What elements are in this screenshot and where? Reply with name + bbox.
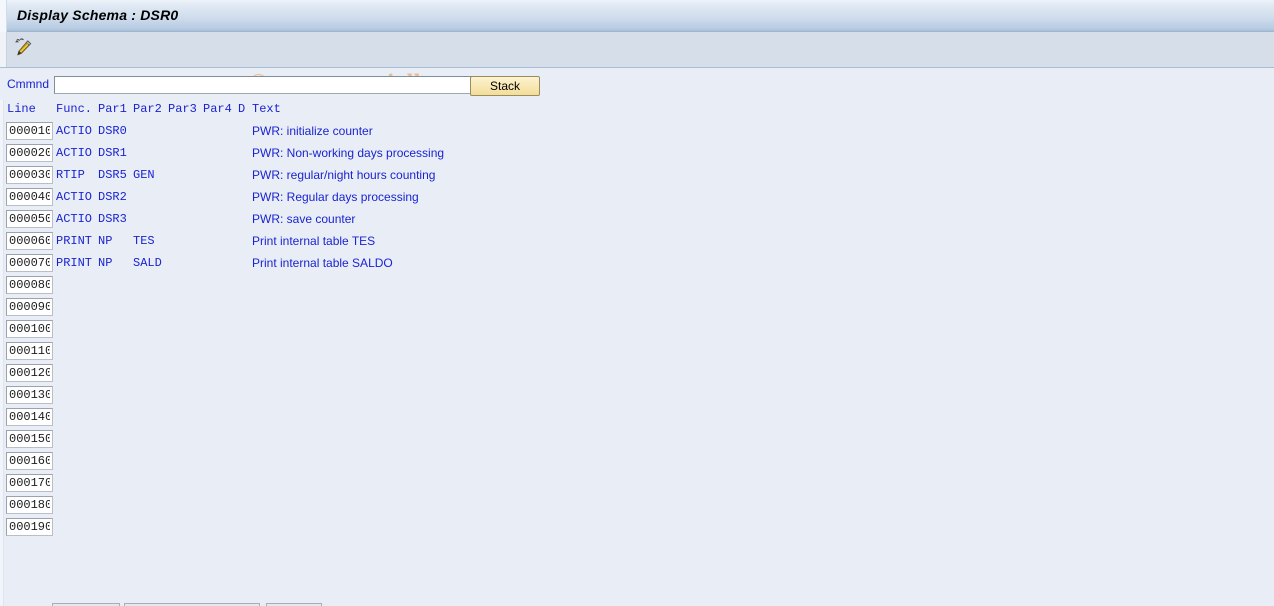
line-number-input[interactable] xyxy=(6,452,53,470)
display-change-button[interactable] xyxy=(10,36,37,63)
column-header-func: Func. xyxy=(56,102,93,116)
table-row xyxy=(0,473,1274,495)
line-number-input[interactable] xyxy=(6,232,53,250)
column-header-line: Line xyxy=(7,102,36,116)
table-row: RTIP DSR5 GEN PWR: regular/night hours coun… xyxy=(0,165,1274,187)
table-row xyxy=(0,451,1274,473)
cell-par2: GEN xyxy=(133,168,155,182)
table-row: ACTIO DSR3 PWR: save counter xyxy=(0,209,1274,231)
application-toolbar: © www.tutorialkart.com xyxy=(0,32,1274,97)
table-row: ACTIO DSR2 PWR: Regular days processing xyxy=(0,187,1274,209)
column-header-text: Text xyxy=(252,102,281,116)
title-bar: Display Schema : DSR0 xyxy=(0,0,1274,32)
cell-par1: DSR2 xyxy=(98,190,127,204)
cell-text: Print internal table TES xyxy=(252,234,376,248)
command-input[interactable] xyxy=(54,76,474,94)
line-number-input[interactable] xyxy=(6,408,53,426)
line-number-input[interactable] xyxy=(6,122,53,140)
line-number-input[interactable] xyxy=(6,364,53,382)
line-number-input[interactable] xyxy=(6,254,53,272)
column-header-par4: Par4 xyxy=(203,102,232,116)
line-number-input[interactable] xyxy=(6,298,53,316)
cell-par1: DSR3 xyxy=(98,212,127,226)
cell-text: Print internal table SALDO xyxy=(252,256,393,270)
line-number-input[interactable] xyxy=(6,166,53,184)
table-row: PRINT NP TES Print internal table TES xyxy=(0,231,1274,253)
cell-text: PWR: Regular days processing xyxy=(252,190,419,204)
table-header-row: Line Func. Par1 Par2 Par3 Par4 D Text xyxy=(0,100,1274,118)
column-header-par3: Par3 xyxy=(168,102,197,116)
cell-func: ACTIO xyxy=(56,146,93,160)
line-number-input[interactable] xyxy=(6,430,53,448)
line-number-input[interactable] xyxy=(6,210,53,228)
line-number-input[interactable] xyxy=(6,386,53,404)
toolbar-left-edge xyxy=(0,32,7,67)
column-header-par2: Par2 xyxy=(133,102,162,116)
table-row xyxy=(0,407,1274,429)
cell-func: RTIP xyxy=(56,168,85,182)
cell-text: PWR: Non-working days processing xyxy=(252,146,445,160)
bottom-button-strip xyxy=(0,600,1274,606)
line-number-input[interactable] xyxy=(6,496,53,514)
command-label: Cmmnd xyxy=(7,77,50,91)
title-bar-left-edge xyxy=(0,0,7,32)
table-row xyxy=(0,429,1274,451)
line-number-input[interactable] xyxy=(6,144,53,162)
cell-par1: DSR0 xyxy=(98,124,127,138)
line-number-input[interactable] xyxy=(6,276,53,294)
cell-func: PRINT xyxy=(56,234,93,248)
page-title: Display Schema : DSR0 xyxy=(17,7,179,23)
table-row: ACTIO DSR0 PWR: initialize counter xyxy=(0,121,1274,143)
cell-text: PWR: regular/night hours counting xyxy=(252,168,436,182)
line-number-input[interactable] xyxy=(6,342,53,360)
cell-par1: NP xyxy=(98,256,113,270)
column-header-d: D xyxy=(238,102,246,116)
cell-func: ACTIO xyxy=(56,124,93,138)
cell-text: PWR: save counter xyxy=(252,212,356,226)
table-row xyxy=(0,495,1274,517)
sap-application-window: Display Schema : DSR0 © www.tutorialkart xyxy=(0,0,1274,606)
table-row: ACTIO DSR1 PWR: Non-working days processin… xyxy=(0,143,1274,165)
cell-par2: TES xyxy=(133,234,155,248)
cell-par1: NP xyxy=(98,234,113,248)
cell-par1: DSR5 xyxy=(98,168,127,182)
cell-func: ACTIO xyxy=(56,190,93,204)
cell-func: PRINT xyxy=(56,256,93,270)
line-number-input[interactable] xyxy=(6,518,53,536)
table-row xyxy=(0,297,1274,319)
column-header-par1: Par1 xyxy=(98,102,127,116)
cell-par1: DSR1 xyxy=(98,146,127,160)
cell-text: PWR: initialize counter xyxy=(252,124,373,138)
table-row xyxy=(0,517,1274,539)
line-number-input[interactable] xyxy=(6,474,53,492)
schema-table: Line Func. Par1 Par2 Par3 Par4 D Text AC… xyxy=(0,100,1274,606)
cell-par2: SALD xyxy=(133,256,162,270)
cell-func: ACTIO xyxy=(56,212,93,226)
table-row xyxy=(0,319,1274,341)
stack-button[interactable]: Stack xyxy=(470,76,540,96)
table-row xyxy=(0,275,1274,297)
table-row: PRINT NP SALD Print internal table SALDO xyxy=(0,253,1274,275)
table-row xyxy=(0,363,1274,385)
table-row xyxy=(0,385,1274,407)
line-number-input[interactable] xyxy=(6,320,53,338)
display-change-icon xyxy=(13,36,35,63)
line-number-input[interactable] xyxy=(6,188,53,206)
table-row xyxy=(0,341,1274,363)
